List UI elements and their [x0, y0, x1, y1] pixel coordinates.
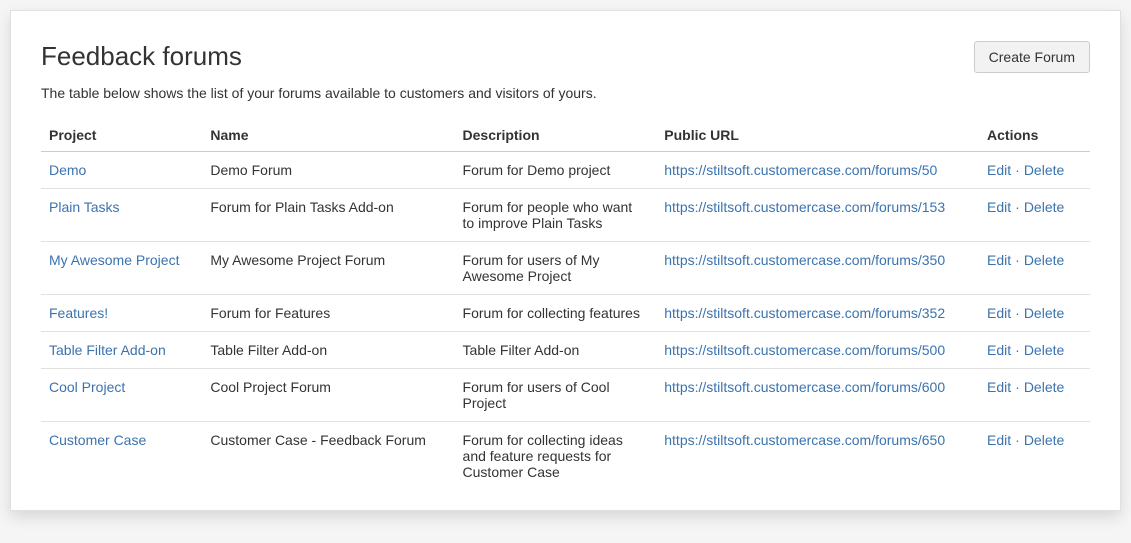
page-title: Feedback forums [41, 41, 242, 72]
public-url-link[interactable]: https://stiltsoft.customercase.com/forum… [664, 162, 937, 178]
forum-name: Customer Case - Feedback Forum [202, 422, 454, 491]
delete-link[interactable]: Delete [1024, 379, 1064, 395]
forum-name: Forum for Plain Tasks Add-on [202, 189, 454, 242]
delete-link[interactable]: Delete [1024, 342, 1064, 358]
edit-link[interactable]: Edit [987, 379, 1011, 395]
public-url-link[interactable]: https://stiltsoft.customercase.com/forum… [664, 432, 945, 448]
row-actions: Edit·Delete [979, 189, 1090, 242]
action-separator: · [1011, 379, 1024, 395]
project-link[interactable]: Customer Case [49, 432, 146, 448]
table-header-row: Project Name Description Public URL Acti… [41, 119, 1090, 152]
forum-name: Forum for Features [202, 295, 454, 332]
delete-link[interactable]: Delete [1024, 162, 1064, 178]
row-actions: Edit·Delete [979, 242, 1090, 295]
table-row: Customer Case Customer Case - Feedback Fo… [41, 422, 1090, 491]
create-forum-button[interactable]: Create Forum [974, 41, 1090, 73]
forum-description: Forum for collecting ideas and feature r… [455, 422, 657, 491]
edit-link[interactable]: Edit [987, 432, 1011, 448]
forum-name: Table Filter Add-on [202, 332, 454, 369]
project-link[interactable]: Features! [49, 305, 108, 321]
header-actions: Actions [979, 119, 1090, 152]
action-separator: · [1011, 342, 1024, 358]
header-public-url: Public URL [656, 119, 979, 152]
header-row: Feedback forums Create Forum [41, 41, 1090, 73]
row-actions: Edit·Delete [979, 332, 1090, 369]
action-separator: · [1011, 162, 1024, 178]
table-row: Plain Tasks Forum for Plain Tasks Add-onF… [41, 189, 1090, 242]
forum-description: Forum for Demo project [455, 152, 657, 189]
delete-link[interactable]: Delete [1024, 432, 1064, 448]
table-row: Table Filter Add-onTable Filter Add-onTa… [41, 332, 1090, 369]
forums-card: Feedback forums Create Forum The table b… [10, 10, 1121, 511]
action-separator: · [1011, 199, 1024, 215]
table-row: My Awesome Project My Awesome Project For… [41, 242, 1090, 295]
project-link[interactable]: Cool Project [49, 379, 125, 395]
edit-link[interactable]: Edit [987, 252, 1011, 268]
intro-text: The table below shows the list of your f… [41, 85, 1090, 101]
project-link[interactable]: Table Filter Add-on [49, 342, 166, 358]
forum-description: Table Filter Add-on [455, 332, 657, 369]
forum-name: Cool Project Forum [202, 369, 454, 422]
public-url-link[interactable]: https://stiltsoft.customercase.com/forum… [664, 199, 945, 215]
row-actions: Edit·Delete [979, 152, 1090, 189]
public-url-link[interactable]: https://stiltsoft.customercase.com/forum… [664, 305, 945, 321]
edit-link[interactable]: Edit [987, 199, 1011, 215]
delete-link[interactable]: Delete [1024, 305, 1064, 321]
forum-description: Forum for users of Cool Project [455, 369, 657, 422]
row-actions: Edit·Delete [979, 422, 1090, 491]
public-url-link[interactable]: https://stiltsoft.customercase.com/forum… [664, 379, 945, 395]
action-separator: · [1011, 305, 1024, 321]
forum-description: Forum for people who want to improve Pla… [455, 189, 657, 242]
table-row: Cool Project Cool Project ForumForum for … [41, 369, 1090, 422]
project-link[interactable]: Demo [49, 162, 86, 178]
delete-link[interactable]: Delete [1024, 199, 1064, 215]
row-actions: Edit·Delete [979, 295, 1090, 332]
edit-link[interactable]: Edit [987, 162, 1011, 178]
forum-description: Forum for users of My Awesome Project [455, 242, 657, 295]
header-project: Project [41, 119, 202, 152]
edit-link[interactable]: Edit [987, 342, 1011, 358]
action-separator: · [1011, 432, 1024, 448]
header-description: Description [455, 119, 657, 152]
delete-link[interactable]: Delete [1024, 252, 1064, 268]
table-row: Features! Forum for FeaturesForum for col… [41, 295, 1090, 332]
row-actions: Edit·Delete [979, 369, 1090, 422]
action-separator: · [1011, 252, 1024, 268]
forums-table: Project Name Description Public URL Acti… [41, 119, 1090, 490]
forum-name: Demo Forum [202, 152, 454, 189]
public-url-link[interactable]: https://stiltsoft.customercase.com/forum… [664, 342, 945, 358]
table-row: Demo Demo ForumForum for Demo project http… [41, 152, 1090, 189]
edit-link[interactable]: Edit [987, 305, 1011, 321]
project-link[interactable]: My Awesome Project [49, 252, 179, 268]
public-url-link[interactable]: https://stiltsoft.customercase.com/forum… [664, 252, 945, 268]
project-link[interactable]: Plain Tasks [49, 199, 120, 215]
forum-name: My Awesome Project Forum [202, 242, 454, 295]
header-name: Name [202, 119, 454, 152]
forum-description: Forum for collecting features [455, 295, 657, 332]
